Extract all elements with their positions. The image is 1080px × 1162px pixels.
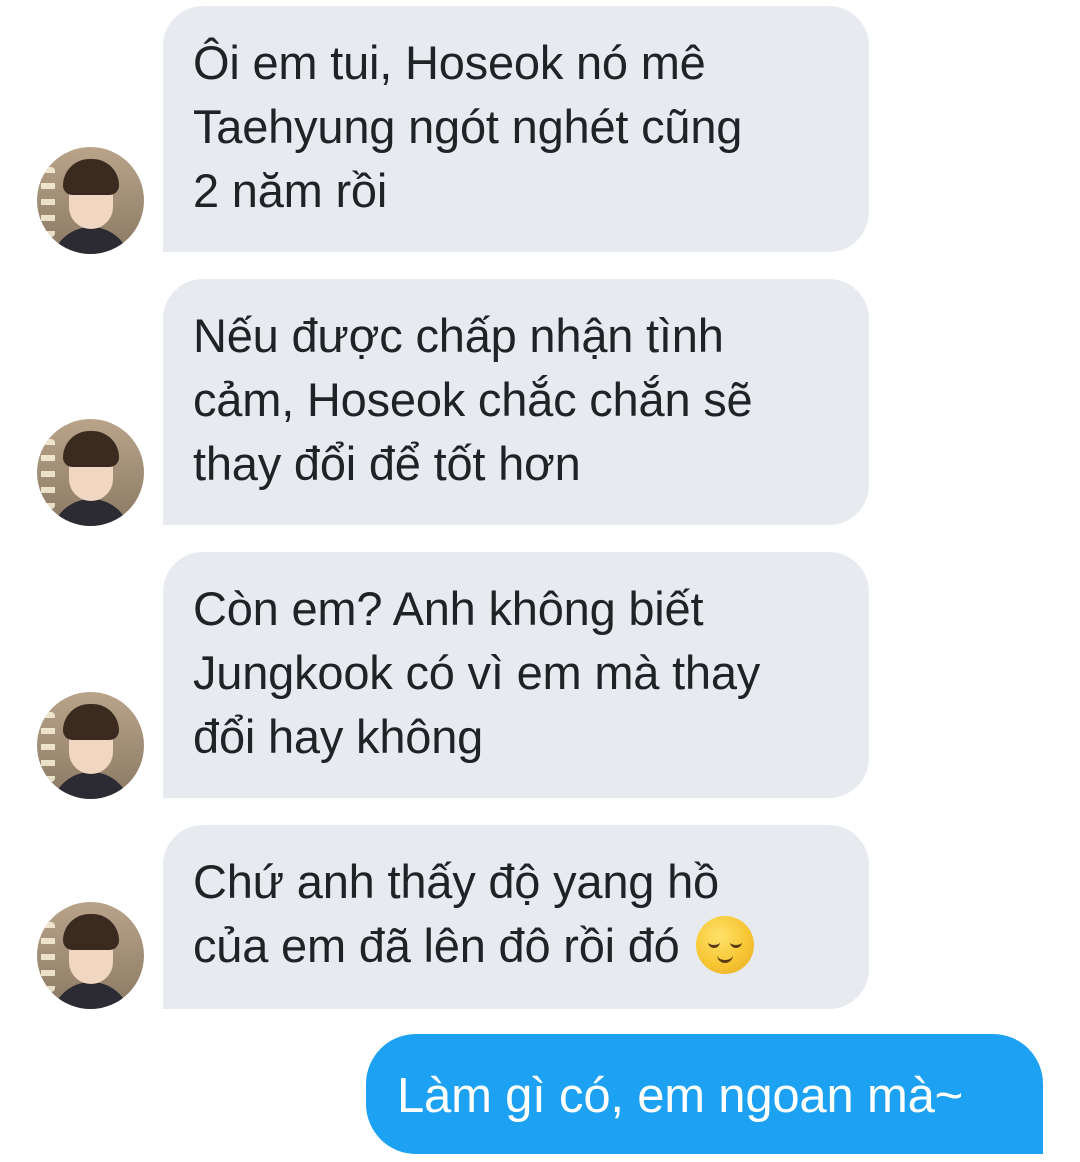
avatar-hair [63, 914, 119, 950]
message-line: cảm, Hoseok chắc chắn sẽ [193, 373, 753, 426]
message-line: Ôi em tui, Hoseok nó mê [193, 36, 706, 89]
message-line: Jungkook có vì em mà thay [193, 646, 761, 699]
background-lights [41, 167, 55, 237]
sent-message-bubble[interactable]: Làm gì có, em ngoan mà~ [366, 1034, 1043, 1154]
message-line: thay đổi để tốt hơn [193, 437, 581, 490]
background-lights [41, 439, 55, 509]
message-line: 2 năm rồi [193, 164, 388, 217]
message-line: Chứ anh thấy độ yang hồ [193, 855, 719, 908]
message-line: Nếu được chấp nhận tình [193, 309, 724, 362]
avatar-hair [63, 431, 119, 467]
message-line-text: của em đã lên đô rồi đó [193, 919, 680, 972]
avatar[interactable] [37, 147, 144, 254]
avatar-body [51, 499, 131, 526]
avatar-hair [63, 704, 119, 740]
background-lights [41, 712, 55, 782]
avatar-hair [63, 159, 119, 195]
message-line: Còn em? Anh không biết [193, 582, 704, 635]
message-line: đổi hay không [193, 710, 484, 763]
avatar-body [51, 982, 131, 1009]
received-message-bubble[interactable]: Chứ anh thấy độ yang hồ của em đã lên đô… [163, 825, 869, 1009]
received-message-bubble[interactable]: Nếu được chấp nhận tình cảm, Hoseok chắc… [163, 279, 869, 525]
avatar-body [51, 772, 131, 799]
message-line: của em đã lên đô rồi đó [193, 914, 839, 978]
background-lights [41, 922, 55, 992]
avatar[interactable] [37, 419, 144, 526]
sent-message-text: Làm gì có, em ngoan mà~ [397, 1069, 964, 1123]
avatar[interactable] [37, 902, 144, 1009]
avatar[interactable] [37, 692, 144, 799]
avatar-body [51, 227, 131, 254]
received-message-bubble[interactable]: Còn em? Anh không biết Jungkook có vì em… [163, 552, 869, 798]
message-line: Taehyung ngót nghét cũng [193, 100, 743, 153]
received-message-bubble[interactable]: Ôi em tui, Hoseok nó mê Taehyung ngót ng… [163, 6, 869, 252]
relieved-face-emoji-icon [696, 916, 755, 974]
